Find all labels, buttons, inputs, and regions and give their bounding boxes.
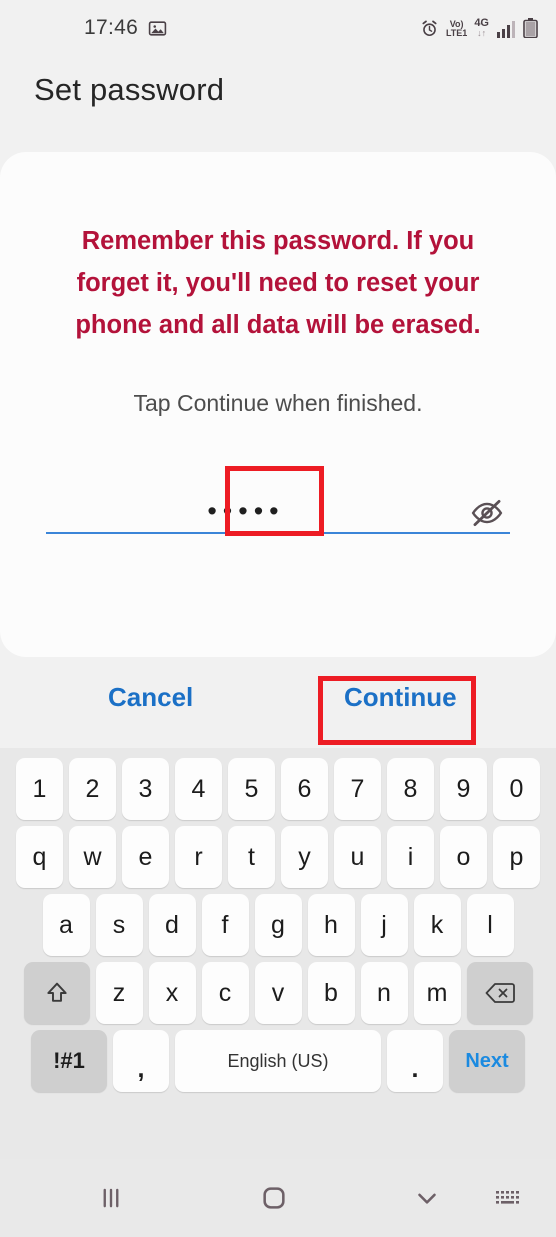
key-p[interactable]: p <box>493 826 540 888</box>
volte-icon: Vo) LTE1 <box>446 20 467 38</box>
shift-arrow-icon[interactable] <box>23 962 90 1024</box>
page-title: Set password <box>34 72 225 107</box>
key-0[interactable]: 0 <box>493 758 540 820</box>
hint-message: Tap Continue when finished. <box>133 390 423 416</box>
navigation-bar <box>0 1159 556 1237</box>
eye-slash-icon[interactable] <box>470 496 504 530</box>
key-s[interactable]: s <box>95 894 143 956</box>
key-x[interactable]: x <box>148 962 196 1024</box>
keyboard-row-space: !#1 , English (US) . Next <box>0 1030 556 1092</box>
key-6[interactable]: 6 <box>281 758 328 820</box>
space-key[interactable]: English (US) <box>175 1030 381 1092</box>
key-u[interactable]: u <box>334 826 381 888</box>
next-key[interactable]: Next <box>449 1030 525 1092</box>
password-card: Remember this password. If you forget it… <box>0 152 556 657</box>
key-a[interactable]: a <box>42 894 90 956</box>
key-e[interactable]: e <box>122 826 169 888</box>
keyboard-row-qwerty: q w e r t y u i o p <box>0 826 556 888</box>
key-5[interactable]: 5 <box>228 758 275 820</box>
image-icon <box>148 19 167 38</box>
key-v[interactable]: v <box>254 962 302 1024</box>
key-i[interactable]: i <box>387 826 434 888</box>
on-screen-keyboard: 1 2 3 4 5 6 7 8 9 0 q w e r t y u i o p … <box>0 748 556 1159</box>
keyboard-row-home: a s d f g h j k l <box>0 894 556 956</box>
status-bar-right: Vo) LTE1 4G ↓↑ <box>420 18 538 38</box>
backspace-icon[interactable] <box>466 962 533 1024</box>
password-field-row: ••••• <box>46 472 510 534</box>
password-underline <box>46 532 510 534</box>
volte-bottom-label: LTE1 <box>445 28 468 38</box>
key-h[interactable]: h <box>307 894 355 956</box>
warning-message: Remember this password. If you forget it… <box>75 227 481 339</box>
signal-bars-icon <box>496 20 516 38</box>
key-4[interactable]: 4 <box>175 758 222 820</box>
network-label: 4G <box>474 17 489 29</box>
status-time: 17:46 <box>84 16 139 39</box>
keyboard-switch-icon[interactable] <box>494 1186 524 1210</box>
battery-icon <box>523 18 538 38</box>
key-3[interactable]: 3 <box>122 758 169 820</box>
key-l[interactable]: l <box>466 894 514 956</box>
key-q[interactable]: q <box>16 826 63 888</box>
password-input[interactable]: ••••• <box>46 496 446 526</box>
phone-screen: 17:46 Vo) LTE1 4G ↓↑ Set password Rememb… <box>0 0 556 1237</box>
key-7[interactable]: 7 <box>334 758 381 820</box>
key-z[interactable]: z <box>95 962 143 1024</box>
key-period[interactable]: . <box>387 1030 443 1092</box>
keyboard-row-numbers: 1 2 3 4 5 6 7 8 9 0 <box>0 748 556 820</box>
recents-icon[interactable] <box>96 1183 126 1213</box>
key-b[interactable]: b <box>307 962 355 1024</box>
keyboard-row-bottom-letters: z x c v b n m <box>0 962 556 1024</box>
action-button-row: Cancel Continue <box>0 682 556 740</box>
key-r[interactable]: r <box>175 826 222 888</box>
key-d[interactable]: d <box>148 894 196 956</box>
home-icon[interactable] <box>258 1182 290 1214</box>
status-bar: 17:46 Vo) LTE1 4G ↓↑ <box>0 0 556 56</box>
key-j[interactable]: j <box>360 894 408 956</box>
continue-button[interactable]: Continue <box>344 682 457 713</box>
key-c[interactable]: c <box>201 962 249 1024</box>
symbols-key[interactable]: !#1 <box>31 1030 107 1092</box>
key-t[interactable]: t <box>228 826 275 888</box>
alarm-icon <box>420 19 439 38</box>
chevron-down-icon[interactable] <box>412 1183 442 1213</box>
key-k[interactable]: k <box>413 894 461 956</box>
key-n[interactable]: n <box>360 962 408 1024</box>
network-arrows: ↓↑ <box>477 28 487 38</box>
key-1[interactable]: 1 <box>16 758 63 820</box>
key-f[interactable]: f <box>201 894 249 956</box>
network-4g-icon: 4G ↓↑ <box>474 17 489 39</box>
key-8[interactable]: 8 <box>387 758 434 820</box>
key-g[interactable]: g <box>254 894 302 956</box>
key-9[interactable]: 9 <box>440 758 487 820</box>
key-o[interactable]: o <box>440 826 487 888</box>
key-m[interactable]: m <box>413 962 461 1024</box>
cancel-button[interactable]: Cancel <box>108 682 193 713</box>
key-comma[interactable]: , <box>113 1030 169 1092</box>
key-w[interactable]: w <box>69 826 116 888</box>
key-2[interactable]: 2 <box>69 758 116 820</box>
status-bar-left: 17:46 <box>84 16 167 40</box>
key-y[interactable]: y <box>281 826 328 888</box>
